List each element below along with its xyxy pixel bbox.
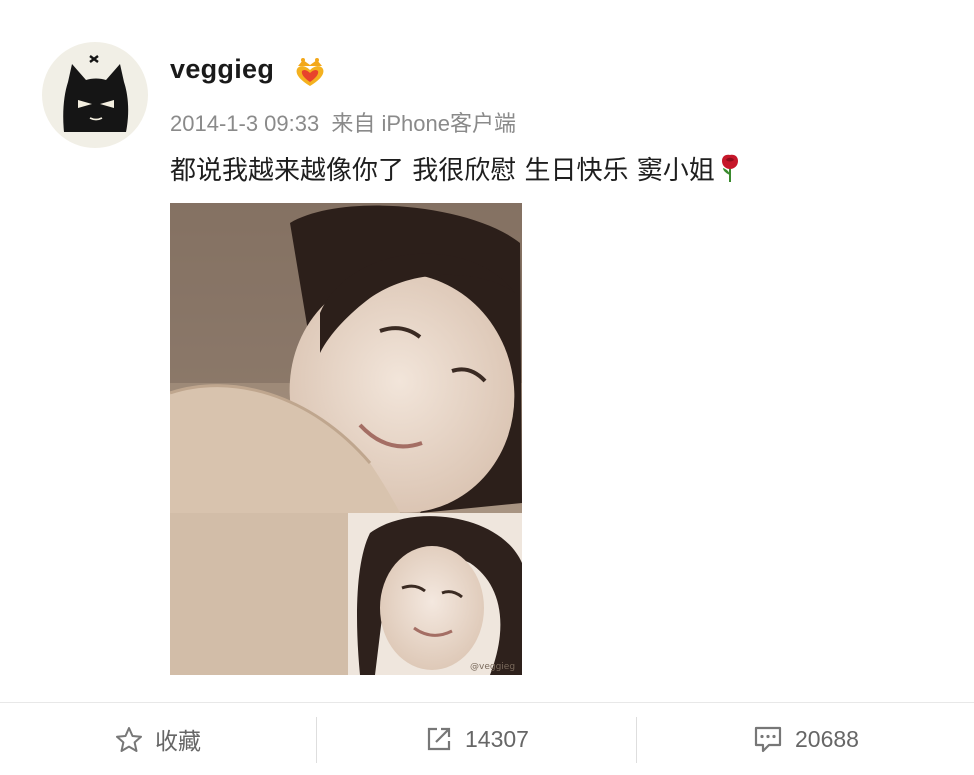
comment-button[interactable]: 20688 [638, 703, 974, 775]
share-arrow-icon [427, 727, 451, 751]
favorite-button[interactable]: 收藏 [0, 703, 316, 775]
post-photo[interactable]: @veggieg [170, 203, 522, 675]
photo-watermark: @veggieg [470, 662, 515, 672]
crown-heart-badge-icon [292, 56, 328, 88]
repost-count: 14307 [465, 725, 529, 752]
post-meta: 2014-1-3 09:33 来自 iPhone客户端 [170, 106, 516, 138]
weibo-post-card: veggieg 2014-1-3 09:33 来自 iPhone客户端 都说我越… [0, 0, 974, 775]
comment-count: 20688 [795, 725, 859, 752]
action-separator [316, 717, 317, 763]
favorite-label: 收藏 [155, 728, 201, 754]
rose-icon [717, 153, 743, 183]
action-separator [636, 717, 637, 763]
post-text-body: 都说我越来越像你了 我很欣慰 生日快乐 窦小姐 [170, 156, 715, 186]
avatar[interactable] [42, 42, 148, 148]
post-text: 都说我越来越像你了 我很欣慰 生日快乐 窦小姐 [170, 150, 743, 187]
star-icon [116, 726, 142, 752]
post-source[interactable]: 来自 iPhone客户端 [331, 111, 516, 136]
post-timestamp: 2014-1-3 09:33 [170, 111, 320, 136]
username[interactable]: veggieg [170, 54, 274, 85]
repost-button[interactable]: 14307 [318, 703, 636, 775]
action-bar: 收藏 14307 20688 [0, 703, 974, 775]
comment-icon [754, 726, 782, 753]
